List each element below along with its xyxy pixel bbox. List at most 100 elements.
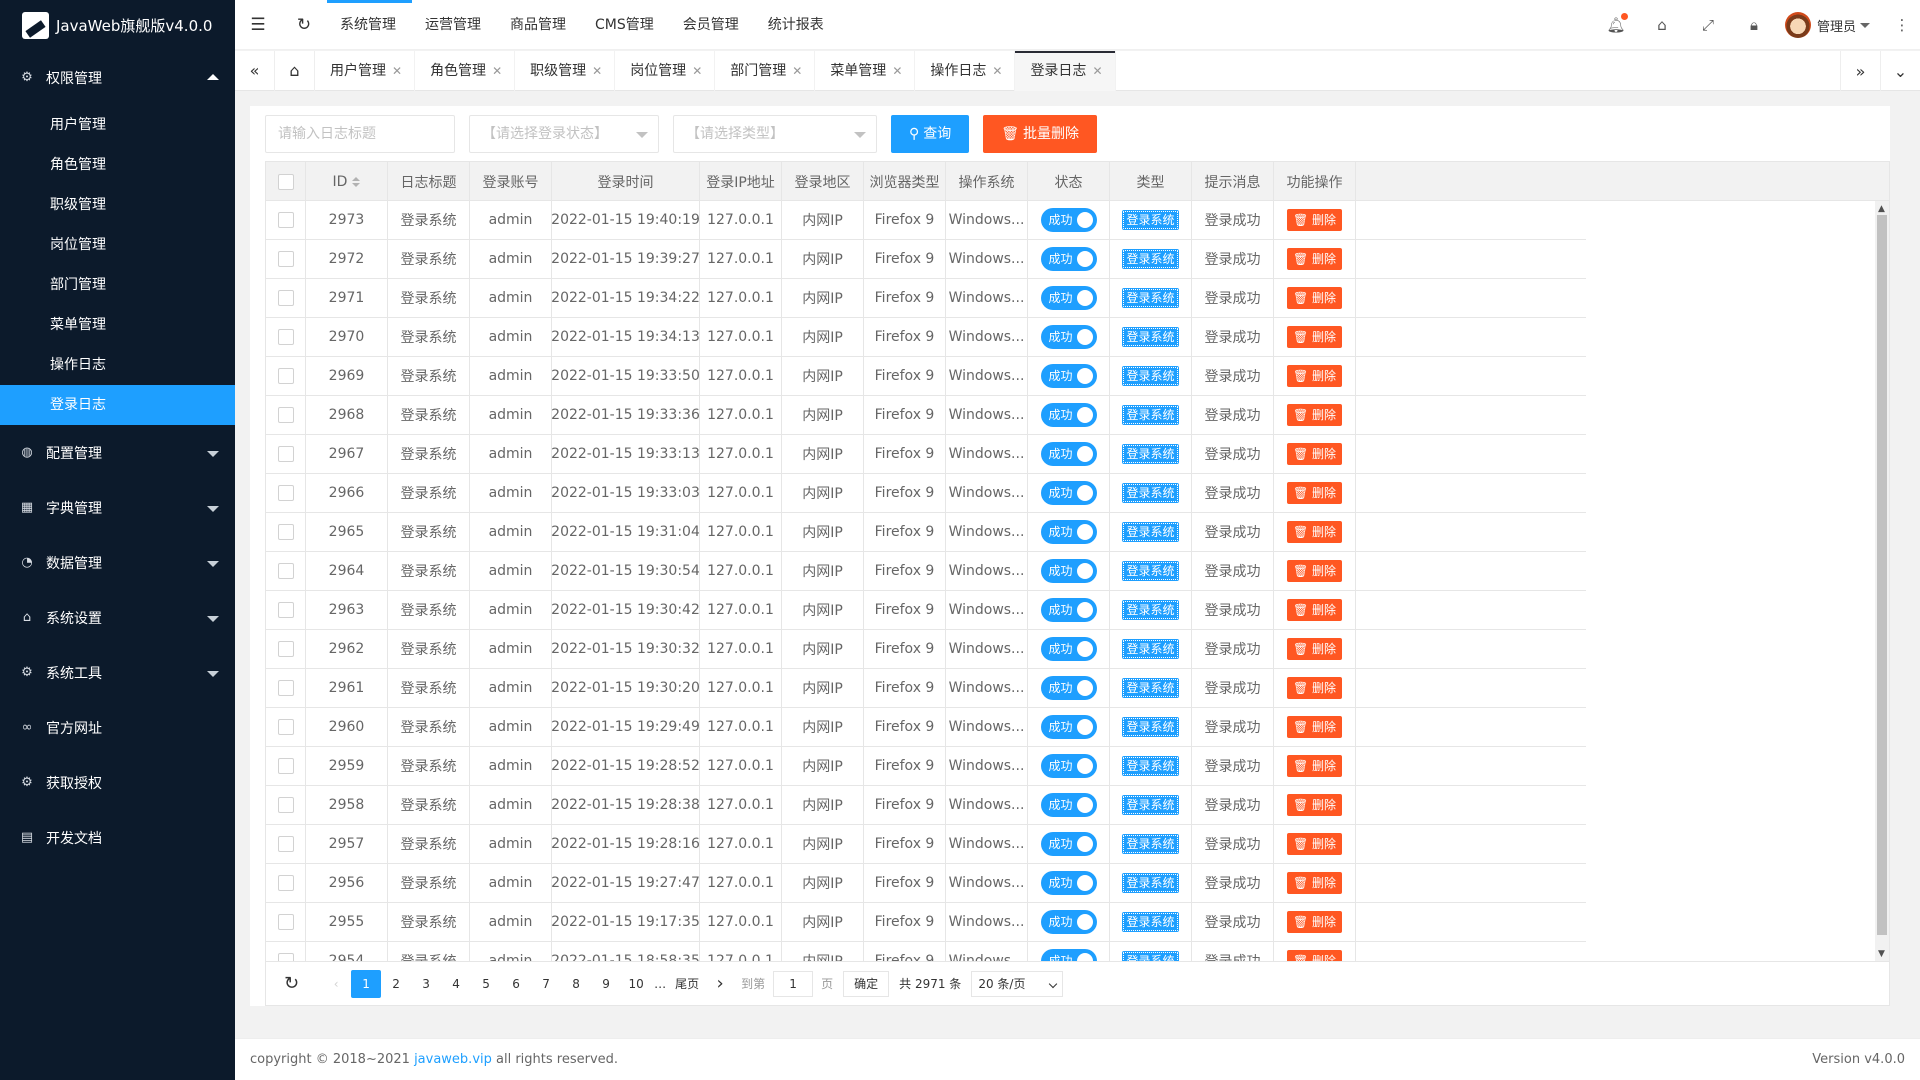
page-link[interactable]: 4: [441, 970, 471, 998]
sidebar-group-1[interactable]: ◍ 配置管理: [0, 425, 235, 480]
sidebar-group-0[interactable]: ⚙ 权限管理: [0, 50, 235, 105]
table-row[interactable]: 2954 登录系统 admin 2022-01-15 18:58:35 127.0.0.…: [266, 942, 1586, 961]
top-menu-item-2[interactable]: 商品管理: [497, 0, 582, 50]
scroll-up-icon[interactable]: ▲: [1878, 204, 1885, 214]
type-select[interactable]: 【请选择类型】: [673, 115, 877, 153]
sidebar-group-4[interactable]: ⌂ 系统设置: [0, 590, 235, 645]
status-switch[interactable]: 成功: [1040, 871, 1097, 895]
scroll-down-icon[interactable]: ▼: [1878, 949, 1885, 959]
page-link[interactable]: 2: [381, 970, 411, 998]
top-menu-item-0[interactable]: 系统管理: [327, 0, 412, 50]
row-checkbox[interactable]: [277, 212, 294, 228]
status-switch[interactable]: 成功: [1040, 364, 1097, 388]
table-row[interactable]: 2968 登录系统 admin 2022-01-15 19:33:36 127.0.0.…: [266, 396, 1586, 435]
row-checkbox[interactable]: [277, 329, 294, 345]
row-checkbox[interactable]: [277, 368, 294, 384]
table-row[interactable]: 2962 登录系统 admin 2022-01-15 19:30:32 127.0.0.…: [266, 630, 1586, 669]
batch-delete-button[interactable]: 🗑︎ 批量删除: [983, 115, 1098, 153]
status-switch[interactable]: 成功: [1040, 949, 1097, 961]
status-switch[interactable]: 成功: [1040, 793, 1097, 817]
refresh-icon[interactable]: ↻: [284, 973, 299, 994]
sidebar-group-5[interactable]: ⚙ 系统工具: [0, 645, 235, 700]
table-row[interactable]: 2973 登录系统 admin 2022-01-15 19:40:19 127.0.0.…: [266, 201, 1586, 240]
sidebar-item-4[interactable]: 部门管理: [0, 265, 235, 305]
next-page-icon[interactable]: ›: [705, 970, 735, 998]
status-switch[interactable]: 成功: [1040, 520, 1097, 544]
row-checkbox[interactable]: [277, 797, 294, 813]
goto-confirm-button[interactable]: 确定: [843, 970, 890, 997]
more-vertical-icon[interactable]: ⋮: [1884, 0, 1920, 50]
delete-button[interactable]: 🗑︎ 删除: [1286, 443, 1343, 465]
close-icon[interactable]: ✕: [392, 64, 402, 78]
table-row[interactable]: 2956 登录系统 admin 2022-01-15 19:27:47 127.0.0.…: [266, 864, 1586, 903]
row-checkbox[interactable]: [277, 758, 294, 774]
delete-button[interactable]: 🗑︎ 删除: [1286, 560, 1343, 582]
table-row[interactable]: 2958 登录系统 admin 2022-01-15 19:28:38 127.0.0.…: [266, 786, 1586, 825]
delete-button[interactable]: 🗑︎ 删除: [1286, 872, 1343, 894]
delete-button[interactable]: 🗑︎ 删除: [1286, 716, 1343, 738]
fullscreen-icon[interactable]: ⤢: [1685, 0, 1731, 50]
tabs-scroll-right-icon[interactable]: »: [1840, 51, 1880, 91]
sort-icon[interactable]: [352, 176, 361, 187]
select-all-checkbox[interactable]: [277, 173, 294, 190]
row-checkbox[interactable]: [277, 875, 294, 891]
table-row[interactable]: 2965 登录系统 admin 2022-01-15 19:31:04 127.0.0.…: [266, 513, 1586, 552]
tabs-dropdown-icon[interactable]: ⌄: [1880, 51, 1920, 91]
tab-4[interactable]: 部门管理 ✕: [715, 50, 816, 91]
page-link[interactable]: 3: [411, 970, 441, 998]
delete-button[interactable]: 🗑︎ 删除: [1286, 950, 1343, 961]
top-menu-item-1[interactable]: 运营管理: [412, 0, 497, 50]
refresh-icon[interactable]: ↻: [281, 0, 327, 50]
page-link[interactable]: 10: [621, 970, 651, 998]
sidebar-group-8[interactable]: ▤ 开发文档: [0, 810, 235, 865]
row-checkbox[interactable]: [277, 602, 294, 618]
row-checkbox[interactable]: [277, 563, 294, 579]
page-link[interactable]: 6: [501, 970, 531, 998]
row-checkbox[interactable]: [277, 290, 294, 306]
page-link[interactable]: 1: [351, 969, 382, 998]
sidebar-item-6[interactable]: 操作日志: [0, 345, 235, 385]
close-icon[interactable]: ✕: [692, 64, 702, 78]
top-menu-item-5[interactable]: 统计报表: [755, 0, 840, 50]
status-switch[interactable]: 成功: [1040, 247, 1097, 271]
table-row[interactable]: 2957 登录系统 admin 2022-01-15 19:28:16 127.0.0.…: [266, 825, 1586, 864]
status-switch[interactable]: 成功: [1040, 598, 1097, 622]
sidebar-group-3[interactable]: ◔ 数据管理: [0, 535, 235, 590]
delete-button[interactable]: 🗑︎ 删除: [1286, 365, 1343, 387]
scrollbar-thumb[interactable]: [1877, 215, 1887, 935]
table-row[interactable]: 2955 登录系统 admin 2022-01-15 19:17:35 127.0.0.…: [266, 903, 1586, 942]
row-checkbox[interactable]: [277, 251, 294, 267]
menu-toggle-icon[interactable]: ☰: [235, 0, 281, 50]
close-icon[interactable]: ✕: [992, 64, 1002, 78]
table-row[interactable]: 2967 登录系统 admin 2022-01-15 19:33:13 127.0.0.…: [266, 435, 1586, 474]
table-scrollbar[interactable]: ▲ ▼: [1875, 201, 1889, 961]
page-link[interactable]: 9: [591, 970, 621, 998]
status-switch[interactable]: 成功: [1040, 832, 1097, 856]
status-switch[interactable]: 成功: [1040, 208, 1097, 232]
sidebar-group-2[interactable]: ▦ 字典管理: [0, 480, 235, 535]
table-row[interactable]: 2966 登录系统 admin 2022-01-15 19:33:03 127.0.0.…: [266, 474, 1586, 513]
status-switch[interactable]: 成功: [1040, 442, 1097, 466]
column-header[interactable]: ID: [306, 162, 388, 201]
status-switch[interactable]: 成功: [1040, 559, 1097, 583]
close-icon[interactable]: ✕: [892, 64, 902, 78]
status-switch[interactable]: 成功: [1040, 910, 1097, 934]
close-icon[interactable]: ✕: [492, 64, 502, 78]
last-page-link[interactable]: 尾页: [669, 970, 705, 998]
delete-button[interactable]: 🗑︎ 删除: [1286, 521, 1343, 543]
table-row[interactable]: 2961 登录系统 admin 2022-01-15 19:30:20 127.0.0.…: [266, 669, 1586, 708]
delete-button[interactable]: 🗑︎ 删除: [1286, 404, 1343, 426]
tab-6[interactable]: 操作日志 ✕: [915, 50, 1016, 91]
delete-button[interactable]: 🗑︎ 删除: [1286, 287, 1343, 309]
tab-5[interactable]: 菜单管理 ✕: [815, 50, 916, 91]
row-checkbox[interactable]: [277, 446, 294, 462]
delete-button[interactable]: 🗑︎ 删除: [1286, 755, 1343, 777]
status-switch[interactable]: 成功: [1040, 637, 1097, 661]
page-link[interactable]: 7: [531, 970, 561, 998]
delete-button[interactable]: 🗑︎ 删除: [1286, 599, 1343, 621]
tag-icon[interactable]: ⌂: [1639, 0, 1685, 50]
row-checkbox[interactable]: [277, 485, 294, 501]
close-icon[interactable]: ✕: [1092, 64, 1102, 78]
row-checkbox[interactable]: [277, 407, 294, 423]
row-checkbox[interactable]: [277, 524, 294, 540]
